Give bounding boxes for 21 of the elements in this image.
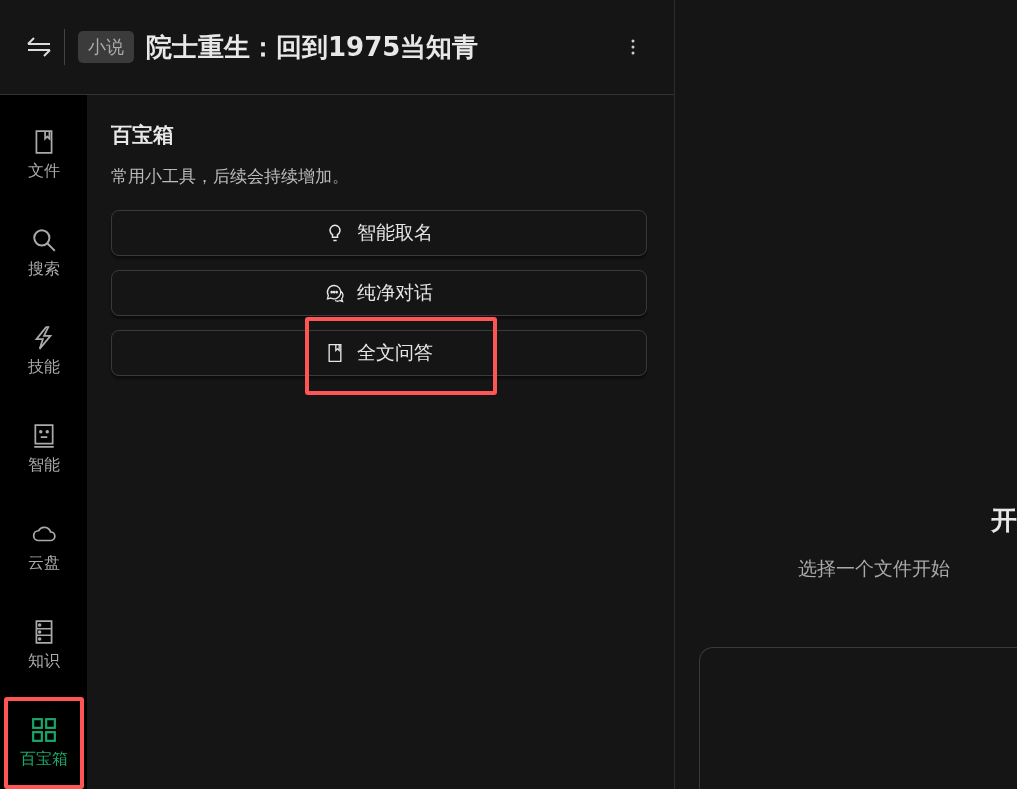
search-icon bbox=[30, 226, 57, 253]
swap-arrows-icon[interactable] bbox=[26, 36, 52, 58]
sidebar-item[interactable]: 技能 bbox=[3, 305, 84, 397]
chat-bubbles-icon bbox=[325, 283, 345, 303]
more-icon[interactable] bbox=[631, 39, 635, 55]
grid-icon bbox=[30, 716, 57, 743]
sidebar-item[interactable]: 知识 bbox=[3, 599, 84, 691]
panel-subtitle: 常用小工具，后续会持续增加。 bbox=[111, 165, 350, 188]
sidebar-item[interactable]: 云盘 bbox=[3, 501, 84, 593]
welcome-subtitle: 选择一个文件开始 bbox=[798, 556, 951, 581]
tool-button[interactable]: 智能取名 bbox=[111, 210, 647, 256]
tool-button[interactable]: 纯净对话 bbox=[111, 270, 647, 316]
tool-button[interactable]: 全文问答 bbox=[111, 330, 647, 376]
welcome-heading: 开 bbox=[991, 504, 1017, 537]
sidebar-item[interactable]: 百宝箱 bbox=[3, 697, 84, 789]
category-tag: 小说 bbox=[78, 31, 134, 63]
sidebar-item[interactable]: 搜索 bbox=[3, 207, 84, 299]
sidebar-item[interactable]: 智能 bbox=[3, 403, 84, 495]
document-title: 院士重生：回到1975当知青 bbox=[146, 30, 479, 64]
sidebar-item[interactable]: 文件 bbox=[3, 109, 84, 201]
panel-title: 百宝箱 bbox=[111, 122, 175, 149]
